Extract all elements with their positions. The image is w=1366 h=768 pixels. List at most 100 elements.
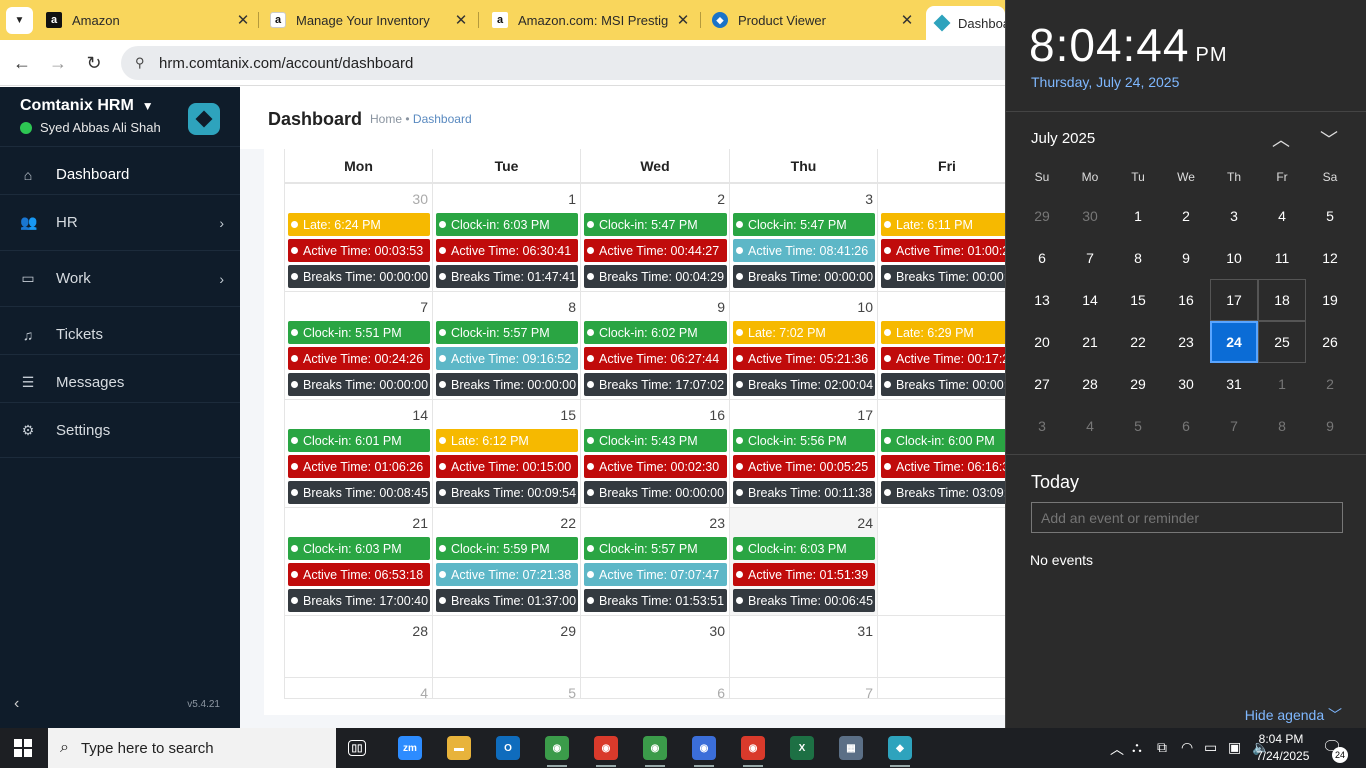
calendar-date[interactable]: 31 (1210, 363, 1258, 405)
attendance-event[interactable]: Breaks Time: 17:07:02 (584, 373, 727, 396)
attendance-event[interactable]: Active Time: 00:24:26 (288, 347, 430, 370)
calendar-date[interactable]: 9 (1162, 237, 1210, 279)
battery-icon[interactable]: ▭ (1204, 739, 1217, 756)
attendance-event[interactable]: Late: 7:02 PM (733, 321, 875, 344)
back-icon[interactable]: ← (10, 51, 34, 75)
task-view-icon[interactable]: ▯▯ (348, 740, 366, 756)
attendance-event[interactable]: Breaks Time: 00:00:00 (288, 373, 430, 396)
calendar-day-cell[interactable]: 1 Clock-in: 6:03 PM Active Time: 06:30:41 B… (432, 183, 581, 292)
flyout-date[interactable]: Thursday, July 24, 2025 (1031, 74, 1179, 90)
calendar-day-cell[interactable]: 6 (580, 677, 730, 701)
calendar-date[interactable]: 24 (1210, 321, 1258, 363)
calendar-date[interactable]: 2 (1162, 195, 1210, 237)
attendance-event[interactable]: Active Time: 01:06:26 (288, 455, 430, 478)
attendance-event[interactable]: Clock-in: 5:59 PM (436, 537, 578, 560)
calendar-day-cell[interactable] (877, 615, 1005, 678)
wifi-icon[interactable]: ◠ (1181, 739, 1193, 756)
comtanix-icon[interactable]: ◆ (888, 736, 912, 767)
attendance-event[interactable]: Breaks Time: 01:37:00 (436, 589, 578, 612)
chevron-up-icon[interactable]: ︿ (1110, 739, 1124, 759)
attendance-event[interactable]: Clock-in: 5:47 PM (733, 213, 875, 236)
outlook-icon[interactable]: O (496, 736, 520, 760)
calendar-day-cell[interactable]: 14 Clock-in: 6:01 PM Active Time: 01:06:26… (284, 399, 433, 508)
attendance-event[interactable]: Late: 6:11 PM (881, 213, 1005, 236)
calendar-date[interactable]: 26 (1306, 321, 1354, 363)
attendance-event[interactable]: Active Time: 00:15:00 (436, 455, 578, 478)
attendance-event[interactable]: Late: 6:12 PM (436, 429, 578, 452)
attendance-event[interactable]: Late: 6:24 PM (288, 213, 430, 236)
calendar-day-cell[interactable]: Late: 6:29 PM Active Time: 00:17:2 Breaks … (877, 291, 1005, 400)
calendar-date[interactable]: 2 (1306, 363, 1354, 405)
browser-tab-dashboard[interactable]: Dashboa (926, 6, 1005, 40)
calendar-date[interactable]: 29 (1114, 363, 1162, 405)
file-explorer-icon[interactable]: ▬ (447, 736, 471, 760)
calendar-day-cell[interactable]: 4 (284, 677, 433, 701)
calendar-date[interactable]: 14 (1066, 279, 1114, 321)
calendar-date[interactable]: 4 (1258, 195, 1306, 237)
calendar-date[interactable]: 8 (1258, 405, 1306, 447)
browser-tab-amazon[interactable]: a Amazon ✕ (46, 0, 252, 40)
chrome-icon[interactable]: ◉ (643, 736, 667, 767)
calendar-date[interactable]: 27 (1018, 363, 1066, 405)
brand-switcher[interactable]: Comtanix HRM ▼ (20, 97, 154, 115)
attendance-event[interactable]: Clock-in: 6:00 PM (881, 429, 1005, 452)
chrome-icon[interactable]: ◉ (545, 736, 569, 767)
screen-capture-icon[interactable]: ⧉ (1157, 739, 1167, 756)
attendance-event[interactable]: Late: 6:29 PM (881, 321, 1005, 344)
attendance-event[interactable]: Clock-in: 5:57 PM (584, 537, 727, 560)
calendar-date[interactable]: 5 (1114, 405, 1162, 447)
calendar-date[interactable]: 25 (1258, 321, 1306, 363)
attendance-event[interactable]: Active Time: 01:51:39 (733, 563, 875, 586)
site-settings-icon[interactable]: ⚲ (135, 55, 151, 71)
calendar-date[interactable]: 8 (1114, 237, 1162, 279)
attendance-event[interactable]: Active Time: 00:02:30 (584, 455, 727, 478)
attendance-event[interactable]: Breaks Time: 00:00:00 (733, 265, 875, 288)
hide-agenda-link[interactable]: Hide agenda ﹀ (1245, 705, 1342, 725)
close-tab-icon[interactable]: ✕ (674, 11, 692, 29)
attendance-event[interactable]: Clock-in: 5:47 PM (584, 213, 727, 236)
forward-icon[interactable]: → (46, 51, 70, 75)
calendar-date[interactable]: 22 (1114, 321, 1162, 363)
excel-icon[interactable]: X (790, 736, 814, 760)
calendar-day-cell[interactable]: 3 Clock-in: 5:47 PM Active Time: 08:41:26 B… (729, 183, 878, 292)
attendance-event[interactable]: Clock-in: 6:01 PM (288, 429, 430, 452)
calendar-day-cell[interactable] (877, 677, 1005, 699)
calendar-date[interactable]: 5 (1306, 195, 1354, 237)
calendar-date[interactable]: 16 (1162, 279, 1210, 321)
windows-start-icon[interactable] (14, 739, 32, 757)
calendar-date[interactable]: 15 (1114, 279, 1162, 321)
calendar-day-cell[interactable]: 17 Clock-in: 5:56 PM Active Time: 00:05:25… (729, 399, 878, 508)
attendance-event[interactable]: Breaks Time: 17:00:40 (288, 589, 430, 612)
calendar-date[interactable]: 9 (1306, 405, 1354, 447)
calendar-day-cell[interactable]: 28 (284, 615, 433, 678)
previous-month-chevron-up-icon[interactable]: ︿ (1272, 126, 1290, 152)
calendar-day-cell[interactable]: 15 Late: 6:12 PM Active Time: 00:15:00 Brea… (432, 399, 581, 508)
calendar-date[interactable]: 6 (1162, 405, 1210, 447)
calendar-day-cell[interactable]: 29 (432, 615, 581, 678)
attendance-event[interactable]: Breaks Time: 03:09:5 (881, 481, 1005, 504)
attendance-event[interactable]: Clock-in: 5:57 PM (436, 321, 578, 344)
attendance-event[interactable]: Breaks Time: 00:00:00 (288, 265, 430, 288)
calendar-day-cell[interactable]: 31 (729, 615, 878, 678)
calendar-day-cell[interactable]: 9 Clock-in: 6:02 PM Active Time: 06:27:44 B… (580, 291, 730, 400)
attendance-event[interactable]: Breaks Time: 00:09:54 (436, 481, 578, 504)
attendance-event[interactable]: Breaks Time: 00:00:0 (881, 265, 1005, 288)
calendar-date[interactable]: 13 (1018, 279, 1066, 321)
close-tab-icon[interactable]: ✕ (452, 11, 470, 29)
tab-search-chevron-down-icon[interactable]: ▼ (6, 7, 33, 34)
calculator-icon[interactable]: ▦ (839, 736, 863, 760)
attendance-event[interactable]: Clock-in: 6:03 PM (436, 213, 578, 236)
calendar-day-cell[interactable]: 7 Clock-in: 5:51 PM Active Time: 00:24:26 B… (284, 291, 433, 400)
calendar-date[interactable]: 1 (1114, 195, 1162, 237)
calendar-day-cell[interactable]: 23 Clock-in: 5:57 PM Active Time: 07:07:47… (580, 507, 730, 616)
calendar-day-cell[interactable]: 22 Clock-in: 5:59 PM Active Time: 07:21:38… (432, 507, 581, 616)
attendance-event[interactable]: Active Time: 00:17:2 (881, 347, 1005, 370)
attendance-event[interactable]: Breaks Time: 00:00:0 (881, 373, 1005, 396)
calendar-date[interactable]: 17 (1210, 279, 1258, 321)
chrome-icon[interactable]: ◉ (741, 736, 765, 767)
browser-tab-manage-inventory[interactable]: a Manage Your Inventory ✕ (270, 0, 470, 40)
calendar-date[interactable]: 3 (1018, 405, 1066, 447)
calendar-date[interactable]: 23 (1162, 321, 1210, 363)
calendar-date[interactable]: 7 (1066, 237, 1114, 279)
attendance-event[interactable]: Active Time: 06:30:41 (436, 239, 578, 262)
